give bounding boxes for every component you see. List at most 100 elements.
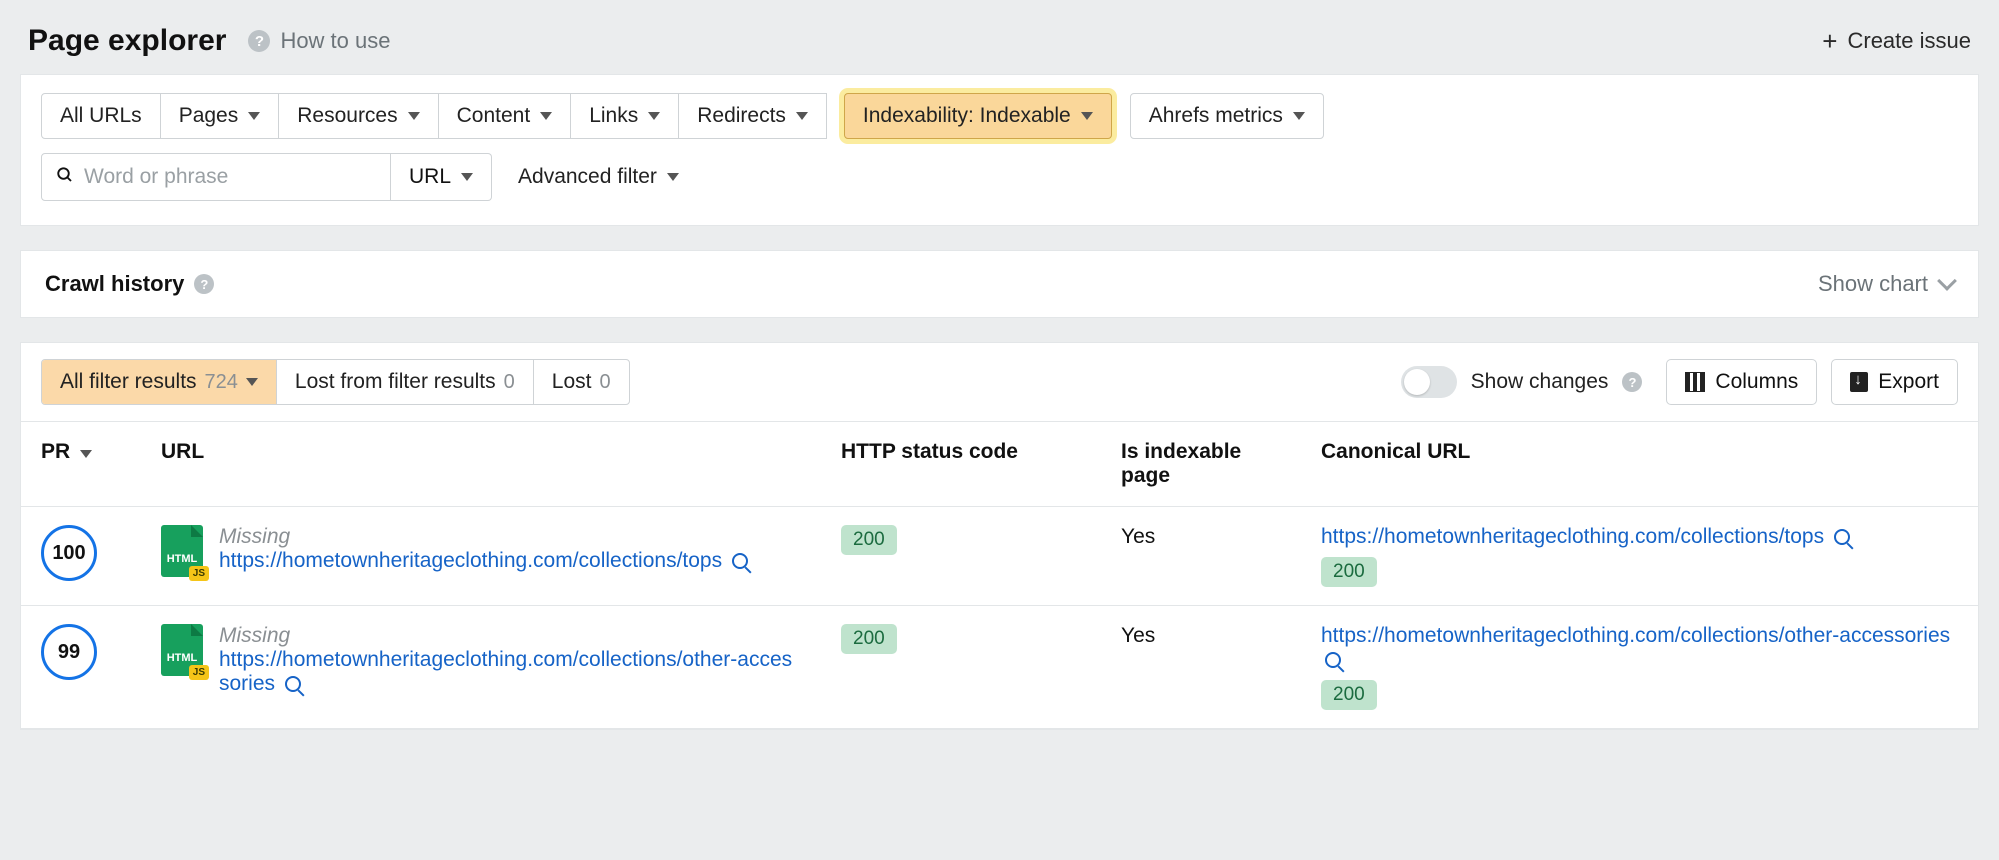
segment-lost[interactable]: Lost 0 [534, 360, 629, 404]
result-segments: All filter results 724 Lost from filter re… [41, 359, 630, 405]
html-file-icon: HTMLJS [161, 525, 203, 577]
filter-tab-resources[interactable]: Resources [278, 93, 438, 139]
results-toolbar: All filter results 724 Lost from filter re… [21, 343, 1978, 421]
results-table: PR URL HTTP status code Is indexable pag… [21, 421, 1978, 729]
filter-tab-pages[interactable]: Pages [160, 93, 280, 139]
advanced-filter-button[interactable]: Advanced filter [510, 165, 687, 189]
table-row: 100HTMLJSMissinghttps://hometownheritage… [21, 507, 1978, 606]
sort-caret-icon [80, 450, 92, 458]
show-changes-label: Show changes [1471, 370, 1609, 394]
columns-label: Columns [1715, 370, 1798, 394]
help-icon[interactable]: ? [248, 30, 270, 52]
segment-count: 724 [205, 371, 238, 394]
caret-down-icon [408, 112, 420, 120]
show-changes-toggle[interactable] [1401, 366, 1457, 398]
filter-tab-label: Pages [179, 104, 239, 128]
search-scope-selector[interactable]: URL [391, 153, 492, 201]
how-to-use-link[interactable]: How to use [280, 28, 390, 54]
page-title-status: Missing [219, 525, 748, 549]
caret-down-icon [1293, 112, 1305, 120]
page-title: Page explorer [28, 24, 226, 58]
help-icon[interactable]: ? [194, 274, 214, 294]
segment-all-filter-results[interactable]: All filter results 724 [42, 360, 277, 404]
filter-tab-indexability-indexable[interactable]: Indexability: Indexable [844, 93, 1112, 139]
page-url-link[interactable]: https://hometownheritageclothing.com/col… [219, 648, 792, 695]
chevron-down-icon [1937, 271, 1957, 291]
canonical-url-link[interactable]: https://hometownheritageclothing.com/col… [1321, 525, 1824, 548]
col-header-http[interactable]: HTTP status code [821, 422, 1101, 507]
filter-tab-content[interactable]: Content [438, 93, 572, 139]
col-header-indexable[interactable]: Is indexable page [1101, 422, 1301, 507]
filter-tab-label: Redirects [697, 104, 786, 128]
segment-label: All filter results [60, 370, 197, 394]
filter-tab-label: Ahrefs metrics [1149, 104, 1283, 128]
page-url-link[interactable]: https://hometownheritageclothing.com/col… [219, 549, 722, 572]
filter-tab-redirects[interactable]: Redirects [678, 93, 827, 139]
filter-tab-label: Content [457, 104, 531, 128]
caret-down-icon [248, 112, 260, 120]
filter-tab-label: Resources [297, 104, 397, 128]
html-file-icon: HTMLJS [161, 624, 203, 676]
inspect-icon[interactable] [1325, 652, 1341, 668]
advanced-filter-label: Advanced filter [518, 165, 657, 189]
filter-tab-label: Indexability: Indexable [863, 104, 1071, 128]
col-header-canonical[interactable]: Canonical URL [1301, 422, 1978, 507]
segment-count: 0 [504, 371, 515, 394]
help-icon[interactable]: ? [1622, 372, 1642, 392]
export-button[interactable]: Export [1831, 359, 1958, 405]
inspect-icon[interactable] [1834, 529, 1850, 545]
http-status-badge: 200 [841, 624, 897, 654]
caret-down-icon [246, 378, 258, 386]
search-input[interactable] [84, 165, 376, 189]
search-scope-label: URL [409, 165, 451, 189]
columns-button[interactable]: Columns [1666, 359, 1817, 405]
search-box[interactable] [41, 153, 391, 201]
filter-tab-links[interactable]: Links [570, 93, 679, 139]
is-indexable-value: Yes [1101, 606, 1301, 729]
table-row: 99HTMLJSMissinghttps://hometownheritagec… [21, 606, 1978, 729]
page-header: Page explorer ? How to use + Create issu… [0, 0, 1999, 74]
caret-down-icon [648, 112, 660, 120]
inspect-icon[interactable] [285, 676, 301, 692]
filter-tab-label: Links [589, 104, 638, 128]
caret-down-icon [796, 112, 808, 120]
col-header-pr-label: PR [41, 440, 70, 463]
pr-badge: 99 [41, 624, 97, 680]
caret-down-icon [540, 112, 552, 120]
col-header-url[interactable]: URL [141, 422, 821, 507]
filter-tab-label: All URLs [60, 104, 142, 128]
pr-badge: 100 [41, 525, 97, 581]
caret-down-icon [1081, 112, 1093, 120]
col-header-pr[interactable]: PR [21, 422, 141, 507]
page-title-status: Missing [219, 624, 801, 648]
canonical-url-link[interactable]: https://hometownheritageclothing.com/col… [1321, 624, 1950, 647]
export-label: Export [1878, 370, 1939, 394]
filter-tab-ahrefs-metrics[interactable]: Ahrefs metrics [1130, 93, 1324, 139]
segment-label: Lost from filter results [295, 370, 496, 394]
inspect-icon[interactable] [732, 553, 748, 569]
caret-down-icon [461, 173, 473, 181]
crawl-history-title: Crawl history [45, 271, 184, 297]
table-header-row: PR URL HTTP status code Is indexable pag… [21, 422, 1978, 507]
create-issue-label: Create issue [1847, 28, 1971, 54]
columns-icon [1685, 372, 1705, 392]
caret-down-icon [667, 173, 679, 181]
segment-lost-from-filter-results[interactable]: Lost from filter results 0 [277, 360, 534, 404]
results-panel: All filter results 724 Lost from filter re… [20, 342, 1979, 730]
plus-icon: + [1822, 28, 1837, 54]
show-chart-label: Show chart [1818, 271, 1928, 297]
filter-tab-all-urls[interactable]: All URLs [41, 93, 161, 139]
is-indexable-value: Yes [1101, 507, 1301, 606]
crawl-history-panel: Crawl history ? Show chart [20, 250, 1979, 318]
create-issue-button[interactable]: + Create issue [1822, 28, 1971, 54]
canonical-http-status-badge: 200 [1321, 557, 1377, 587]
segment-label: Lost [552, 370, 592, 394]
filter-tabs: All URLs Pages Resources Content Links Redire… [41, 93, 1958, 139]
segment-count: 0 [599, 371, 610, 394]
http-status-badge: 200 [841, 525, 897, 555]
canonical-http-status-badge: 200 [1321, 680, 1377, 710]
show-chart-toggle[interactable]: Show chart [1818, 271, 1954, 297]
export-icon [1850, 372, 1868, 392]
search-icon [56, 166, 74, 189]
filters-panel: All URLs Pages Resources Content Links Redire… [20, 74, 1979, 226]
